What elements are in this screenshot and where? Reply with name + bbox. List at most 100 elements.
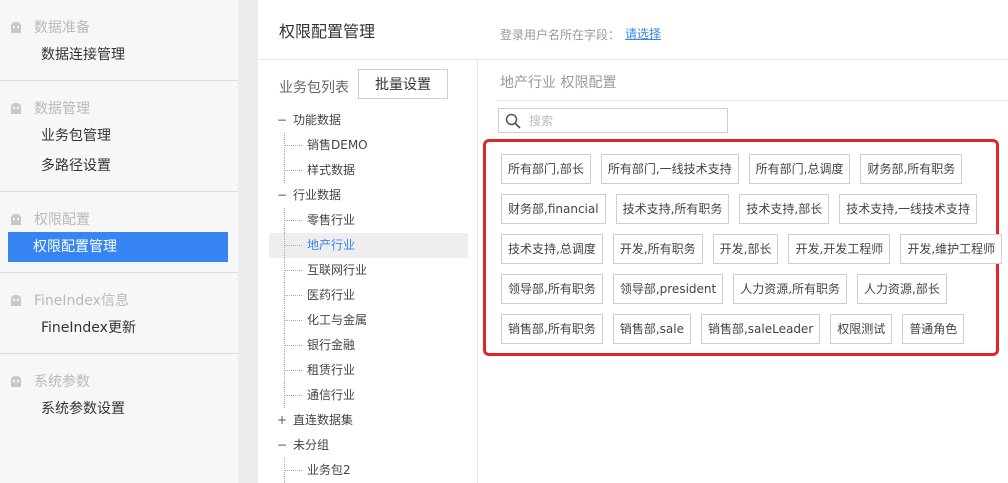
collapse-icon[interactable]: − — [277, 439, 287, 451]
collapse-icon[interactable]: − — [277, 189, 287, 201]
tree-label: 医药行业 — [307, 288, 356, 302]
role-tag[interactable]: 开发,部长 — [712, 234, 779, 264]
role-row: 财务部,financial 技术支持,所有职务 技术支持,部长 技术支持,一线技术支持 — [501, 194, 987, 224]
role-tag[interactable]: 销售部,saleLeader — [700, 314, 821, 344]
tree-label: 直连数据集 — [293, 413, 354, 427]
tree-label: 销售DEMO — [307, 138, 368, 152]
role-tag[interactable]: 领导部,president — [612, 274, 724, 304]
tree-item[interactable]: 样式数据 — [258, 158, 477, 183]
section-divider — [497, 100, 1008, 101]
tree-connector — [284, 295, 302, 296]
tree-connector — [284, 345, 302, 346]
role-row: 销售部,所有职务 销售部,sale 销售部,saleLeader 权限测试 普通角色 — [501, 314, 974, 344]
tree-item[interactable]: 化工与金属 — [258, 308, 477, 333]
role-tag[interactable]: 普通角色 — [902, 314, 965, 344]
role-tag[interactable]: 技术支持,一线技术支持 — [839, 194, 978, 224]
nav-group-title: FineIndex信息 — [34, 293, 129, 309]
search-input[interactable] — [529, 110, 719, 131]
search-box — [498, 108, 728, 133]
tree-folder[interactable]: − 未分组 — [258, 433, 477, 458]
tree-item[interactable]: 医药行业 — [258, 283, 477, 308]
batch-settings-button[interactable]: 批量设置 — [358, 69, 448, 99]
main-panel: 权限配置管理 登录用户名所在字段： 请选择 业务包列表 批量设置 − 功能数据 销售… — [258, 0, 1008, 483]
sidebar-item[interactable]: 业务包管理 — [8, 121, 228, 151]
nav-group-header: 权限配置 — [0, 206, 238, 232]
tree-connector — [284, 395, 302, 396]
package-tree: − 功能数据 销售DEMO 样式数据 − 行业数据 零售行业 地产行业 互联网行业 医药行业 化工与… — [258, 108, 477, 483]
role-tag[interactable]: 人力资源,所有职务 — [733, 274, 848, 304]
expand-icon[interactable]: + — [277, 414, 287, 426]
tree-connector — [284, 470, 302, 471]
robot-icon — [8, 212, 24, 226]
robot-icon — [8, 374, 24, 388]
tree-connector — [284, 270, 302, 271]
nav-group: FineIndex信息 FineIndex更新 — [0, 273, 238, 354]
nav-group-header: 数据准备 — [0, 14, 238, 40]
robot-icon — [8, 20, 24, 34]
role-tag[interactable]: 技术支持,所有职务 — [615, 194, 730, 224]
tree-label: 功能数据 — [293, 113, 342, 127]
sidebar-item[interactable]: 多路径设置 — [8, 151, 228, 181]
role-tag[interactable]: 销售部,所有职务 — [501, 314, 603, 344]
role-tag[interactable]: 领导部,所有职务 — [501, 274, 603, 304]
tree-folder[interactable]: − 行业数据 — [258, 183, 477, 208]
top-bar: 权限配置管理 登录用户名所在字段： 请选择 — [258, 0, 1008, 60]
role-tag[interactable]: 技术支持,部长 — [739, 194, 830, 224]
package-list-pane: 业务包列表 批量设置 − 功能数据 销售DEMO 样式数据 − 行业数据 零售行业 地产行业互… — [258, 60, 478, 483]
tree-item[interactable]: 零售行业 — [258, 208, 477, 233]
role-tag[interactable]: 开发,开发工程师 — [788, 234, 891, 264]
tree-item[interactable]: 通信行业 — [258, 383, 477, 408]
nav-group-title: 数据准备 — [34, 20, 90, 36]
tree-item[interactable]: 业务包2 — [258, 458, 477, 483]
role-tag[interactable]: 人力资源,部长 — [857, 274, 947, 304]
sidebar-item[interactable]: 系统参数设置 — [8, 394, 228, 424]
role-tag[interactable]: 所有部门,部长 — [501, 154, 591, 184]
nav-group: 数据管理业务包管理 多路径设置 — [0, 81, 238, 192]
role-tag[interactable]: 财务部,financial — [501, 194, 606, 224]
role-row: 技术支持,总调度 开发,所有职务 开发,部长 开发,开发工程师 开发,维护工程师 — [501, 234, 1008, 264]
sidebar-item[interactable]: 数据连接管理 — [8, 40, 228, 70]
tree-label: 地产行业 — [307, 238, 356, 252]
tree-label: 银行金融 — [307, 338, 356, 352]
collapse-icon[interactable]: − — [277, 114, 287, 126]
sidebar-item[interactable]: FineIndex更新 — [8, 313, 228, 343]
tree-item[interactable]: 租赁行业 — [258, 358, 477, 383]
tree-item[interactable]: 销售DEMO — [258, 133, 477, 158]
nav-group: 数据准备数据连接管理 — [0, 0, 238, 81]
tree-label: 化工与金属 — [307, 313, 368, 327]
nav-group-title: 系统参数 — [34, 374, 90, 390]
tree-item[interactable]: 互联网行业 — [258, 258, 477, 283]
role-tag[interactable]: 技术支持,总调度 — [501, 234, 603, 264]
sidebar-item[interactable]: 权限配置管理 — [8, 232, 228, 262]
role-tag[interactable]: 所有部门,总调度 — [748, 154, 851, 184]
select-field-link[interactable]: 请选择 — [625, 25, 661, 42]
nav-group: 系统参数系统参数设置 — [0, 354, 238, 434]
robot-icon — [8, 101, 24, 115]
role-tag[interactable]: 权限测试 — [830, 314, 893, 344]
tree-folder[interactable]: − 功能数据 — [258, 108, 477, 133]
role-tag[interactable]: 销售部,sale — [612, 314, 691, 344]
tree-connector — [284, 370, 302, 371]
sidebar-gutter — [238, 0, 258, 483]
nav-group-header: FineIndex信息 — [0, 287, 238, 313]
tree-label: 租赁行业 — [307, 363, 356, 377]
tree-label: 样式数据 — [307, 163, 356, 177]
tree-label: 行业数据 — [293, 188, 342, 202]
role-tag[interactable]: 开发,所有职务 — [612, 234, 703, 264]
tree-connector — [284, 320, 302, 321]
tree-item[interactable]: 银行金融 — [258, 333, 477, 358]
permission-config-pane: 地产行业 权限配置 所有部门,部长所有部门,一线技术支持所有部门,总调度财务部,… — [479, 60, 1008, 483]
tree-item[interactable]: 地产行业 — [258, 233, 477, 258]
role-tag[interactable]: 财务部,所有职务 — [860, 154, 963, 184]
roles-highlight-box: 所有部门,部长 所有部门,一线技术支持 所有部门,总调度 财务部,所有职务财务部,fi… — [483, 139, 1003, 356]
tree-label: 未分组 — [293, 438, 330, 452]
package-list-label: 业务包列表 — [279, 80, 349, 96]
robot-icon — [8, 293, 24, 307]
tree-connector — [284, 245, 302, 246]
nav-group-title: 数据管理 — [34, 101, 90, 117]
role-tag[interactable]: 开发,维护工程师 — [900, 234, 1003, 264]
nav-group-header: 系统参数 — [0, 368, 238, 394]
tree-folder[interactable]: + 直连数据集 — [258, 408, 477, 433]
tree-label: 零售行业 — [307, 213, 356, 227]
role-tag[interactable]: 所有部门,一线技术支持 — [600, 154, 739, 184]
